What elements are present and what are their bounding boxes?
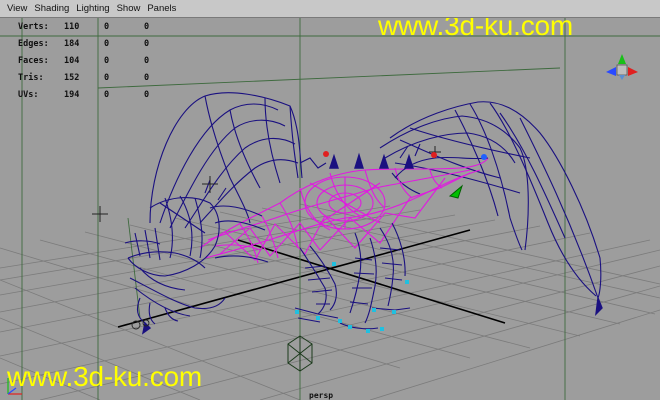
maya-viewport-window: View Shading Lighting Show Panels Verts:… [0, 0, 660, 400]
hud-row-verts: Verts: 110 0 0 [18, 21, 150, 32]
menu-view[interactable]: View [4, 3, 30, 14]
3d-viewport[interactable]: Verts: 110 0 0 Edges: 184 0 0 Faces: 104… [0, 18, 660, 400]
hud-row-uvs: UVs: 194 0 0 [18, 89, 150, 100]
hud-row-edges: Edges: 184 0 0 [18, 38, 150, 49]
hud-row-faces: Faces: 104 0 0 [18, 55, 150, 66]
watermark-top: www.3d-ku.com [378, 18, 574, 41]
watermark-bottom: www.3d-ku.com [7, 361, 203, 392]
menu-show[interactable]: Show [114, 3, 144, 14]
menu-shading[interactable]: Shading [31, 3, 72, 14]
camera-name-label: persp [309, 391, 334, 400]
poly-count-hud: Verts: 110 0 0 Edges: 184 0 0 Faces: 104… [18, 18, 184, 103]
panel-menubar: View Shading Lighting Show Panels [0, 0, 660, 18]
hud-row-tris: Tris: 152 0 0 [18, 72, 150, 83]
menu-lighting[interactable]: Lighting [73, 3, 112, 14]
menu-panels[interactable]: Panels [144, 3, 179, 14]
